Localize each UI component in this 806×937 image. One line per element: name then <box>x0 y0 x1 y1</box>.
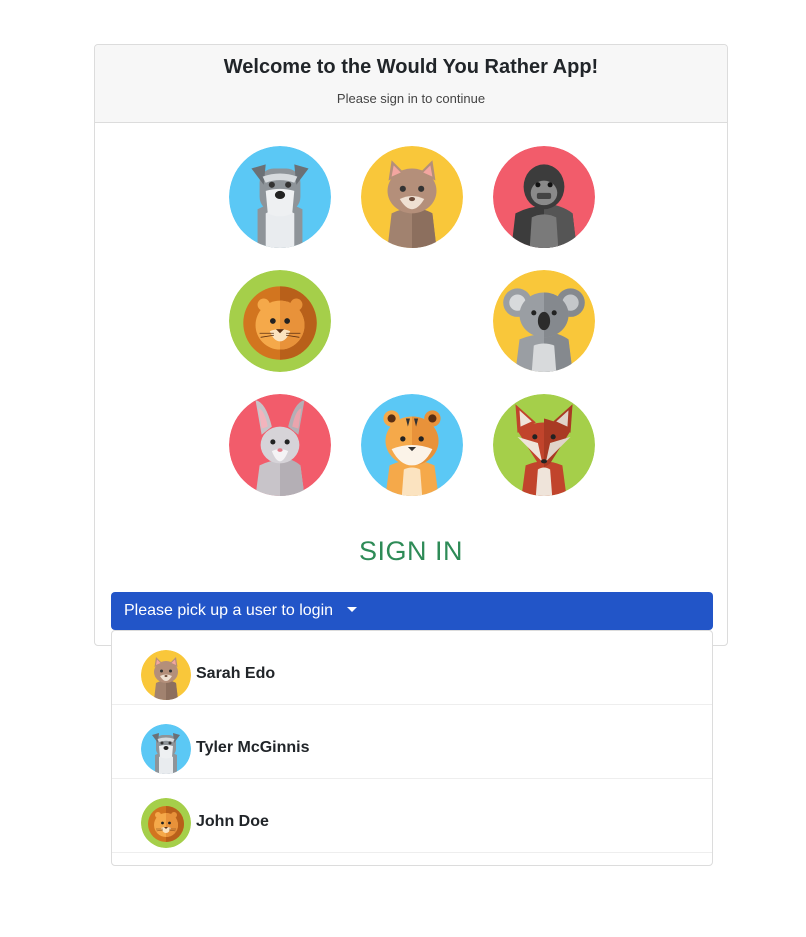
card-header: Welcome to the Would You Rather App! Ple… <box>95 45 727 123</box>
gorilla-icon <box>493 146 595 248</box>
user-name: Tyler McGinnis <box>196 739 310 756</box>
fox-icon <box>493 394 595 496</box>
sign-in-heading: SIGN IN <box>358 536 463 566</box>
schnauzer-dog-icon <box>229 146 331 248</box>
schnauzer-dog-icon <box>141 724 191 774</box>
tiger-icon <box>361 394 463 496</box>
cat-icon <box>361 146 463 248</box>
user-option-sarah-edo[interactable]: Sarah Edo <box>112 631 712 705</box>
user-select-dropdown[interactable]: Please pick up a user to login <box>111 592 713 630</box>
user-dropdown-menu: Sarah Edo Tyler McGinnis John Doe <box>111 630 713 866</box>
user-option-tyler-mcginnis[interactable]: Tyler McGinnis <box>112 705 712 779</box>
login-card: Welcome to the Would You Rather App! Ple… <box>94 44 728 646</box>
page-subtitle: Please sign in to continue <box>336 91 486 106</box>
rabbit-icon <box>229 394 331 496</box>
cat-icon <box>141 650 191 700</box>
caret-down-icon <box>347 607 358 612</box>
koala-icon <box>493 270 595 372</box>
lion-icon <box>229 270 331 372</box>
user-name: John Doe <box>196 813 269 830</box>
user-option-john-doe[interactable]: John Doe <box>112 779 712 853</box>
user-name: Sarah Edo <box>196 665 276 682</box>
lion-icon <box>141 798 191 848</box>
page-title: Welcome to the Would You Rather App! <box>223 56 599 78</box>
dropdown-label: Please pick up a user to login <box>124 602 334 619</box>
